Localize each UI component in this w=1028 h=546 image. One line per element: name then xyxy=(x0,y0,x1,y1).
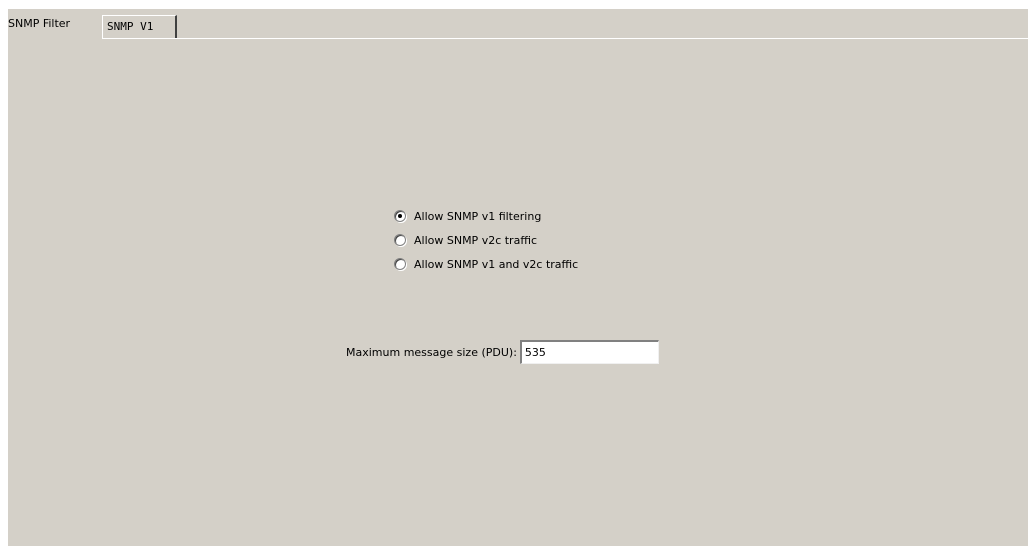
pdu-size-label: Maximum message size (PDU): xyxy=(346,345,517,359)
tab-snmp-v1[interactable]: SNMP V1 xyxy=(102,15,177,39)
radio-label: Allow SNMP v1 and v2c traffic xyxy=(414,257,579,271)
radio-label: Allow SNMP v2c traffic xyxy=(414,233,538,247)
radio-label: Allow SNMP v1 filtering xyxy=(414,209,542,223)
radio-button-unchecked-icon[interactable] xyxy=(394,234,406,246)
tab-snmp-v1-label: SNMP V1 xyxy=(107,20,154,33)
tab-snmp-filter-label: SNMP Filter xyxy=(8,17,71,30)
radio-option-v2c-traffic[interactable]: Allow SNMP v2c traffic xyxy=(394,228,578,252)
snmp-mode-radio-group: Allow SNMP v1 filtering Allow SNMP v2c t… xyxy=(394,204,578,276)
radio-option-v1-and-v2c-traffic[interactable]: Allow SNMP v1 and v2c traffic xyxy=(394,252,578,276)
dialog-window: SNMP Filter SNMP V1 Allow SNMP v1 filter… xyxy=(8,9,1028,546)
tab-divider xyxy=(8,38,1028,39)
tab-snmp-filter[interactable]: SNMP Filter xyxy=(8,11,102,39)
tab-strip: SNMP Filter SNMP V1 xyxy=(8,9,1028,39)
pdu-size-row: Maximum message size (PDU): xyxy=(346,340,659,364)
radio-option-v1-filtering[interactable]: Allow SNMP v1 filtering xyxy=(394,204,578,228)
radio-button-checked-icon[interactable] xyxy=(394,210,406,222)
radio-button-unchecked-icon[interactable] xyxy=(394,258,406,270)
pdu-size-input[interactable] xyxy=(519,340,659,364)
